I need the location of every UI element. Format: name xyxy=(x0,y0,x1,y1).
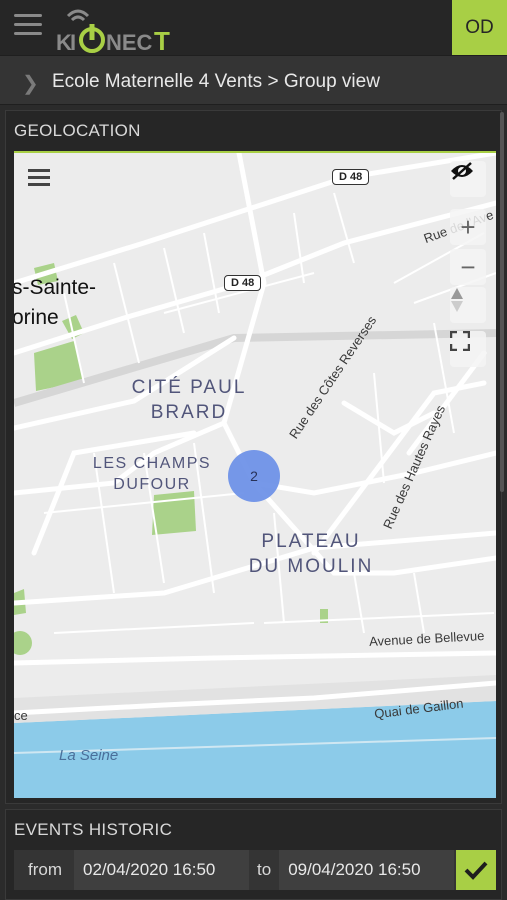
events-historic-panel: EVENTS HISTORIC from to xyxy=(5,809,502,900)
map-cluster-marker[interactable]: 2 xyxy=(228,450,280,502)
map-label-plateau-du-moulin: PLATEAU DU MOULIN xyxy=(248,531,374,577)
hamburger-menu-icon[interactable] xyxy=(14,14,42,38)
map-label-town: s-Sainte- orine xyxy=(14,276,97,329)
fullscreen-icon[interactable] xyxy=(450,331,486,367)
date-range-row: from to xyxy=(14,850,496,890)
panel-title: GEOLOCATION xyxy=(14,121,141,140)
geolocation-panel: GEOLOCATION s-Sainte- orine CITÉ PAUL BR… xyxy=(5,110,502,804)
scrollbar[interactable] xyxy=(500,112,504,492)
top-bar: K I NEC T OD xyxy=(0,0,507,55)
check-icon xyxy=(464,861,488,880)
road-sign: D 48 xyxy=(332,169,370,185)
zoom-in-icon[interactable]: + xyxy=(450,209,486,245)
user-avatar[interactable]: OD xyxy=(452,0,507,55)
map-street-label: ce xyxy=(14,708,28,723)
compass-icon[interactable] xyxy=(450,287,486,323)
confirm-button[interactable] xyxy=(456,850,496,890)
to-label: to xyxy=(257,860,272,879)
menu-icon[interactable] xyxy=(28,169,50,190)
map[interactable]: s-Sainte- orine CITÉ PAUL BRARD LES CHAM… xyxy=(14,151,496,798)
chevron-right-icon[interactable]: ❯ xyxy=(22,71,39,96)
map-label-champs-dufour: LES CHAMPS DUFOUR xyxy=(92,455,212,493)
breadcrumb: ❯ Ecole Maternelle 4 Vents > Group view xyxy=(0,55,507,105)
breadcrumb-text: Ecole Maternelle 4 Vents > Group view xyxy=(52,71,380,92)
panel-title: EVENTS HISTORIC xyxy=(14,820,173,839)
kionect-logo: K I NEC T xyxy=(56,9,170,54)
from-label: from xyxy=(28,860,62,879)
road-sign: D 48 xyxy=(224,275,262,291)
map-label-river: La Seine xyxy=(59,747,119,764)
to-date-input[interactable] xyxy=(279,850,455,890)
eye-off-icon[interactable] xyxy=(450,161,486,197)
map-label-cite-paul-brard: CITÉ PAUL BRARD xyxy=(131,377,247,423)
svg-text:T: T xyxy=(154,26,170,54)
zoom-out-icon[interactable]: − xyxy=(450,249,486,285)
svg-text:I: I xyxy=(70,30,76,54)
from-date-input[interactable] xyxy=(74,850,249,890)
svg-text:NEC: NEC xyxy=(106,30,153,54)
